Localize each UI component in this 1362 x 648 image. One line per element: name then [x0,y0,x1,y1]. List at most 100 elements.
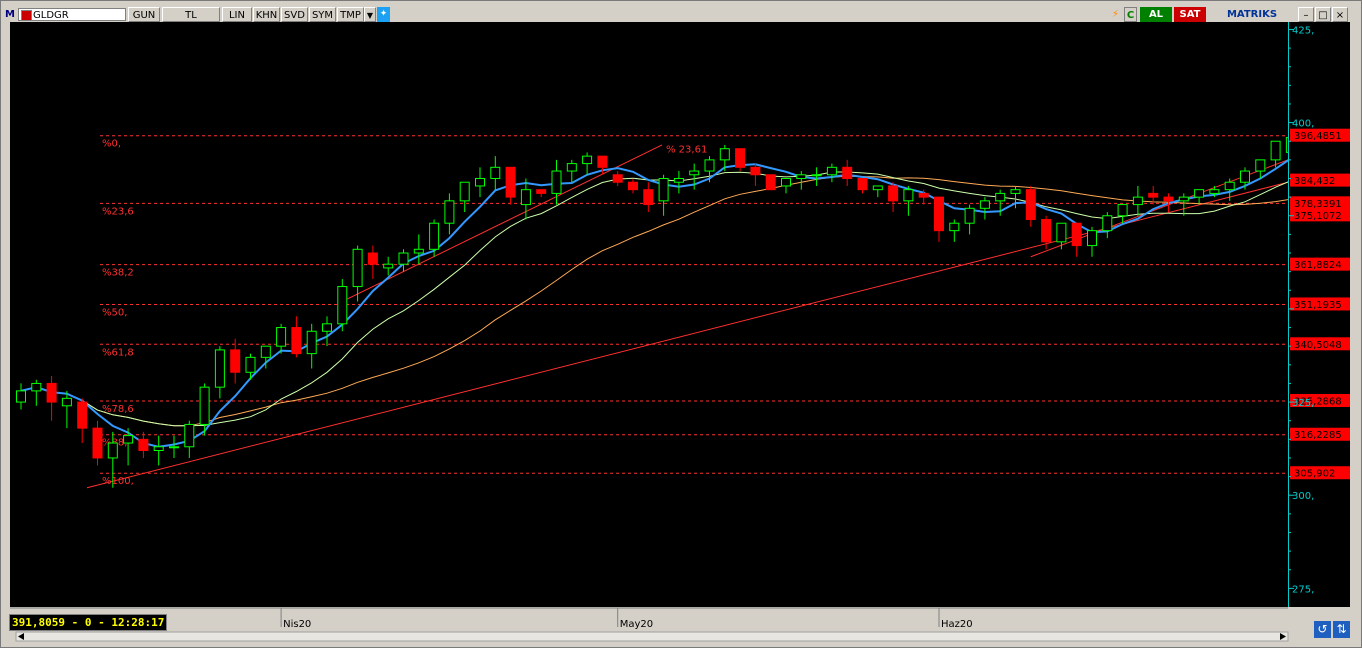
candle-body [398,252,409,265]
matriks-logo-icon: M [5,9,15,20]
candle-body [1209,189,1220,194]
minimize-button[interactable]: – [1298,7,1314,22]
time-axis-bar: Nis20 May20 Haz20 391,8059 - 0 - 12:28:17 … [8,607,1354,643]
y-tick-label: 300, [1292,491,1314,502]
candle-body [138,438,149,452]
candle-body [92,427,103,459]
candle-body [16,390,26,403]
fib-level-label: %0, [102,139,121,150]
candle-body [1224,181,1235,191]
price-readout: 391,8059 - 0 - 12:28:17 [9,614,168,631]
candle-body [903,189,914,202]
candle-body [322,323,332,332]
candle-body [536,189,547,194]
twitter-icon[interactable]: ✦ [377,7,390,22]
maximize-button[interactable]: □ [1315,7,1331,22]
candle-body [123,435,134,444]
candle-body [1087,230,1097,247]
price-tag-label: 384,432 [1294,176,1335,187]
candle-body [413,248,424,254]
candle-body [1025,189,1036,220]
price-chart-svg: %0,%23,6%38,2%50,%61,8%78,6%88,%100,% 23… [16,135,1296,489]
zoom-icon[interactable]: ⇅ [1333,621,1350,638]
candle-body [872,185,883,191]
x-tick-label: Nis20 [283,619,311,630]
lightning-icon[interactable]: ⚡ [1109,7,1122,22]
candle-body [857,177,868,191]
sell-button[interactable]: SAT [1174,7,1206,22]
candle-body [199,386,210,425]
candle-body [842,166,853,179]
currency-button-tl[interactable]: TL [162,7,220,22]
candle-body [1117,204,1128,217]
candle-body [918,192,929,198]
candle-body [245,356,256,373]
fib-price-label: 396,4851 [1294,131,1342,142]
candle-body [704,159,715,172]
close-button[interactable]: × [1332,7,1348,22]
flag-icon [21,10,32,21]
candle-body [888,185,899,202]
candle-body [1132,196,1143,206]
candle-body [658,177,669,202]
moving-average-slow [20,175,1291,427]
fib-level-label: %100, [102,476,134,487]
candle-body [673,177,684,183]
brand-label: MATRIKS [1226,9,1278,20]
candle-body [505,166,516,198]
settings-icon[interactable]: ↺ [1314,621,1331,638]
price-chart[interactable]: %0,%23,6%38,2%50,%61,8%78,6%88,%100,% 23… [10,22,1296,607]
buy-button[interactable]: AL [1140,7,1172,22]
dropdown-arrow-icon[interactable]: ▼ [364,7,376,22]
khn-button[interactable]: KHN [253,7,280,22]
candle-body [1071,222,1082,247]
svd-button[interactable]: SVD [281,7,308,22]
candle-body [230,349,241,373]
candle-body [276,327,287,347]
x-tick-label: May20 [620,619,653,630]
candle-body [77,401,88,429]
candle-body [811,174,822,177]
period-button-gun[interactable]: GUN [128,7,160,22]
candle-body [750,166,761,176]
fib-level-label: %38,2 [102,268,134,279]
tmp-button[interactable]: TMP [337,7,364,22]
candle-body [169,446,179,449]
candle-body [153,446,164,452]
price-tag-label: 375,1072 [1294,211,1342,222]
candle-body [214,349,225,388]
candle-body [995,192,1006,202]
candle-body [1178,196,1189,202]
fib-price-label: 361,8824 [1294,260,1342,271]
candle-body [429,222,440,250]
fib-level-label: %23,6 [102,206,134,217]
candle-body [107,442,118,459]
symbol-input[interactable]: GLDGR [18,8,126,21]
moving-average-fast [20,157,1292,448]
candle-body [796,174,807,179]
candle-body [551,170,562,194]
fib-price-label: 316,2285 [1294,430,1342,441]
scrollbar-track [15,631,1289,642]
fib-price-label: 340,5048 [1294,340,1342,351]
price-axis: 396,4851 378,3391 361,8824 351,1935 340,5048… [1288,22,1350,607]
fib-level-label: %61,8 [102,347,134,358]
candle-body [1010,189,1021,194]
candle-body [260,345,271,358]
candle-body [735,148,746,168]
candle-body [337,286,348,325]
candle-body [781,177,791,187]
refresh-icon[interactable]: C [1124,7,1137,22]
y-tick-label: 275, [1292,584,1314,595]
candle-body [1148,192,1159,198]
moving-average-mid [20,171,1292,427]
candle-body [291,327,302,355]
scale-button-lin[interactable]: LIN [222,7,252,22]
candle-body [979,200,990,209]
symbol-value: GLDGR [33,10,69,21]
candle-body [628,181,638,191]
candle-body [46,382,57,403]
candle-body [643,189,654,206]
sym-button[interactable]: SYM [309,7,336,22]
y-tick-label: 325, [1292,398,1314,409]
